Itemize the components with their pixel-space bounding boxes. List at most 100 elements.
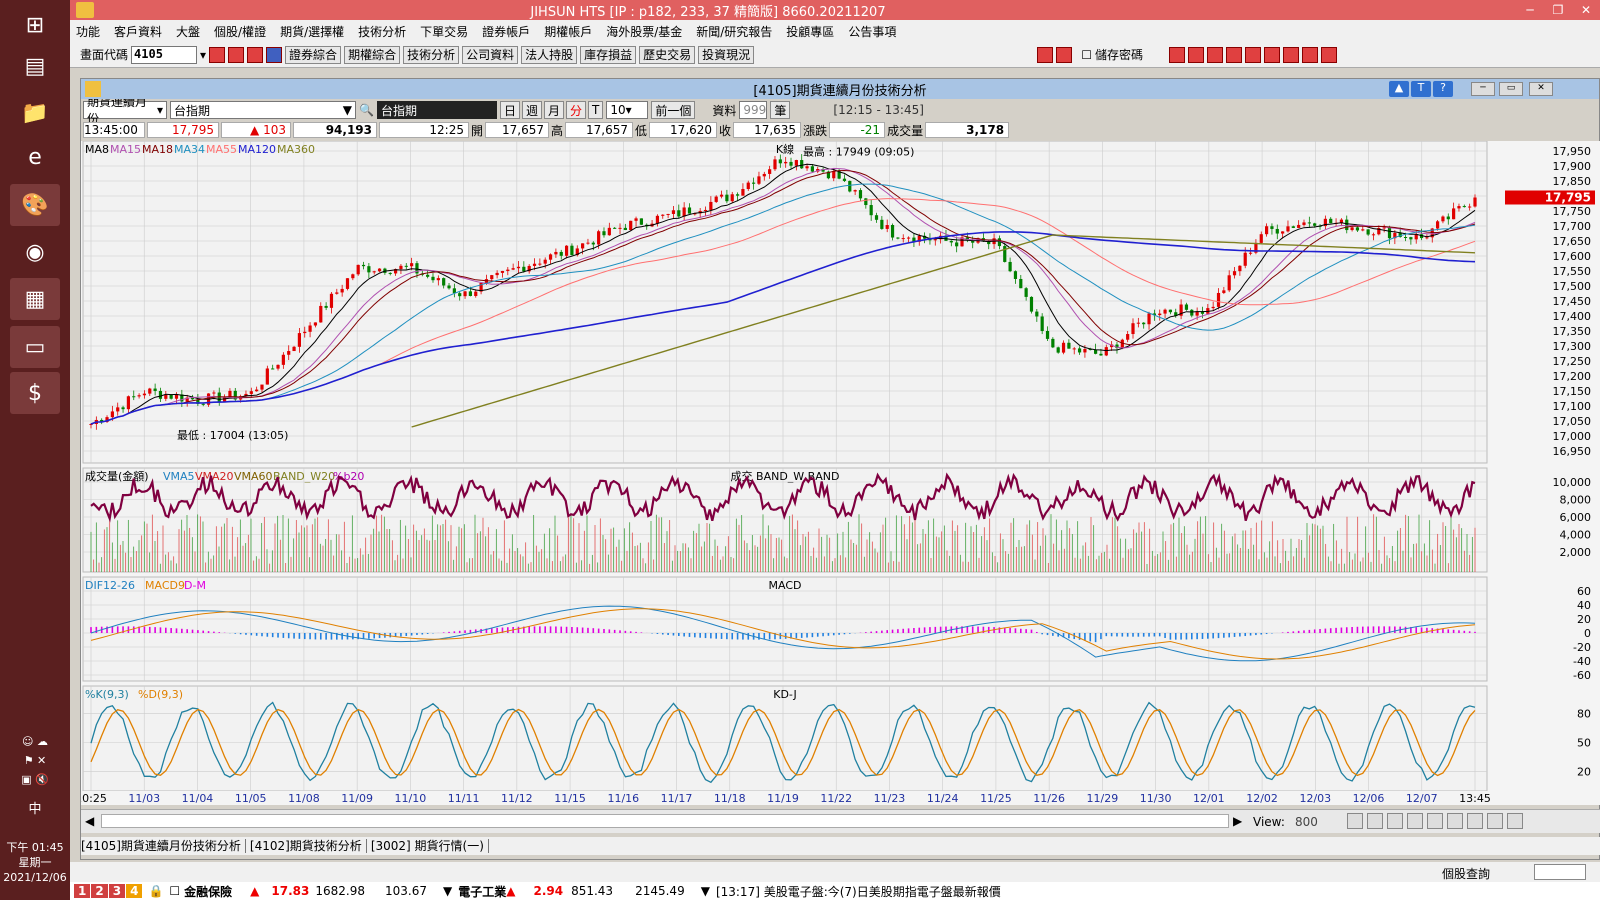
bi-button[interactable]: 筆 <box>770 101 791 119</box>
windows-start-icon[interactable]: ⊞ <box>10 4 60 46</box>
tool-icon-2[interactable] <box>1188 46 1204 63</box>
news-ticker[interactable]: [13:17] 美股電子盤:今(7)日美股期指電子盤最新報價 <box>716 883 1001 900</box>
doc-tab-2[interactable]: [3002] 期貨行情(一) <box>370 839 489 853</box>
search-icon[interactable]: 🔍 <box>359 103 374 117</box>
toolbar-button-5[interactable]: 庫存損益 <box>580 45 637 64</box>
menu-item-1[interactable]: 客戶資料 <box>114 23 162 40</box>
scroll-left-icon[interactable]: ◀ <box>85 814 94 828</box>
menu-item-10[interactable]: 新聞/研究報告 <box>696 23 772 40</box>
paint-icon[interactable]: 🎨 <box>10 184 60 226</box>
restore-button[interactable]: ❐ <box>1544 3 1572 17</box>
window-icon[interactable] <box>228 46 245 63</box>
chrome-icon[interactable]: ◉ <box>10 231 60 273</box>
sheets-icon[interactable]: ▦ <box>10 278 60 320</box>
jihsun-icon[interactable]: $ <box>10 372 60 414</box>
period-button-1[interactable]: 週 <box>521 101 542 119</box>
contract-select[interactable]: 期貨連續月份 ▾ <box>83 95 167 126</box>
chart-tool-icon-8[interactable] <box>1507 813 1523 829</box>
chart-area[interactable]: 17,95017,90017,85017,80017,75017,70017,6… <box>81 140 1600 792</box>
tool-icon-9[interactable] <box>1321 46 1337 63</box>
tool-icon-4[interactable] <box>1226 46 1242 63</box>
ime-indicator[interactable]: 中 <box>0 798 70 817</box>
menu-item-9[interactable]: 海外股票/基金 <box>606 23 682 40</box>
doc-tab-0[interactable]: [4105]期貨連續月份技術分析 <box>81 839 246 853</box>
toolbar-button-4[interactable]: 法人持股 <box>521 45 578 64</box>
menu-item-12[interactable]: 公告事項 <box>848 23 896 40</box>
period-button-2[interactable]: 月 <box>543 101 564 119</box>
window-icon[interactable]: ▤ <box>10 45 60 87</box>
tool-icon-5[interactable] <box>1245 46 1261 63</box>
lock-icon[interactable]: 🔒 <box>148 884 163 898</box>
toolbar-button-7[interactable]: 投資現況 <box>698 45 755 64</box>
dropdown-arrow-icon[interactable]: ▼ <box>443 884 452 898</box>
toolbar-button-2[interactable]: 技術分析 <box>403 45 460 64</box>
menu-item-4[interactable]: 期貨/選擇權 <box>280 23 344 40</box>
tool-icon-6[interactable] <box>1264 46 1280 63</box>
menu-item-0[interactable]: 功能 <box>76 23 100 40</box>
horizontal-scrollbar[interactable]: ◀ ▶ View: 800 <box>81 809 1600 833</box>
chart-tool-icon-0[interactable] <box>1347 813 1363 829</box>
data-count-input[interactable]: 999 <box>739 101 768 119</box>
view-value[interactable]: 800 <box>1295 815 1318 829</box>
chart-tool-icon-5[interactable] <box>1447 813 1463 829</box>
search-icon[interactable] <box>209 46 226 63</box>
page-button-1[interactable]: 2 <box>91 884 108 898</box>
technical-chart[interactable]: 17,95017,90017,85017,80017,75017,70017,6… <box>81 140 1600 792</box>
menu-item-8[interactable]: 期權帳戶 <box>544 23 592 40</box>
save-password-checkbox[interactable]: ☐ <box>1081 48 1092 62</box>
prev-button[interactable]: 前一個 <box>651 101 696 119</box>
ie-icon[interactable]: e <box>10 136 60 178</box>
page-button-0[interactable]: 1 <box>74 884 91 898</box>
toolbar-button-0[interactable]: 證券綜合 <box>285 45 342 64</box>
chart-tool-icon-1[interactable] <box>1367 813 1383 829</box>
tool-icon-1[interactable] <box>1169 46 1185 63</box>
chart-tool-icon-2[interactable] <box>1387 813 1403 829</box>
notes-icon[interactable]: ▭ <box>10 326 60 368</box>
menu-item-2[interactable]: 大盤 <box>176 23 200 40</box>
page-button-2[interactable]: 3 <box>108 884 126 898</box>
up-icon[interactable]: ▲ <box>1389 81 1409 97</box>
chart-tool-icon-6[interactable] <box>1467 813 1483 829</box>
scroll-track[interactable] <box>101 814 1229 828</box>
minutes-select[interactable]: 10 ▾ <box>606 101 649 119</box>
t-icon[interactable]: T <box>1411 81 1431 97</box>
menu-down-icon[interactable] <box>266 46 283 63</box>
menu-item-6[interactable]: 下單交易 <box>420 23 468 40</box>
scroll-right-icon[interactable]: ▶ <box>1233 814 1242 828</box>
inner-minimize-button[interactable]: ─ <box>1471 82 1495 96</box>
tool-icon-7[interactable] <box>1283 46 1299 63</box>
menu-item-11[interactable]: 投顧專區 <box>786 23 834 40</box>
product-select[interactable]: 台指期 ▼ <box>170 101 356 119</box>
stock-query-input[interactable] <box>1534 864 1586 880</box>
close-button[interactable]: ✕ <box>1572 3 1600 17</box>
inner-close-button[interactable]: ✕ <box>1529 82 1553 96</box>
period-button-3[interactable]: 分 <box>566 101 587 119</box>
minimize-button[interactable]: ─ <box>1516 3 1544 17</box>
tray-icons-2[interactable]: ⚑ ✕ <box>0 754 70 767</box>
menu-item-7[interactable]: 證券帳戶 <box>482 23 530 40</box>
print-icon[interactable] <box>247 46 264 63</box>
help-icon[interactable]: ? <box>1433 81 1453 97</box>
tray-icons[interactable]: ☺ ☁ <box>0 735 70 748</box>
toolbar-button-1[interactable]: 期權綜合 <box>344 45 401 64</box>
dropdown-arrow-icon[interactable]: ▼ <box>701 884 710 898</box>
tool-icon-3[interactable] <box>1207 46 1223 63</box>
dropdown-arrow-icon[interactable]: ▾ <box>200 48 206 62</box>
tray-icons-3[interactable]: ▣ 🔇 <box>0 773 70 786</box>
chart-tool-icon-3[interactable] <box>1407 813 1423 829</box>
period-button-4[interactable]: T <box>588 101 604 119</box>
toolbar-button-6[interactable]: 歷史交易 <box>639 45 696 64</box>
prev-arrow-icon[interactable] <box>1037 46 1054 63</box>
page-button-3[interactable]: 4 <box>126 884 143 898</box>
chart-tool-icon-4[interactable] <box>1427 813 1443 829</box>
menu-item-3[interactable]: 個股/權證 <box>214 23 266 40</box>
ins-checkbox[interactable]: ☐ <box>169 884 180 898</box>
clock[interactable]: 下午 01:45 星期一 2021/12/06 <box>0 840 70 885</box>
next-arrow-icon[interactable] <box>1056 46 1073 63</box>
inner-restore-button[interactable]: ▭ <box>1499 82 1523 96</box>
tool-icon-8[interactable] <box>1302 46 1318 63</box>
menu-item-5[interactable]: 技術分析 <box>358 23 406 40</box>
doc-tab-1[interactable]: [4102]期貨技術分析 <box>249 839 367 853</box>
screen-code-input[interactable]: 4105 <box>131 45 198 64</box>
period-button-0[interactable]: 日 <box>499 101 520 119</box>
